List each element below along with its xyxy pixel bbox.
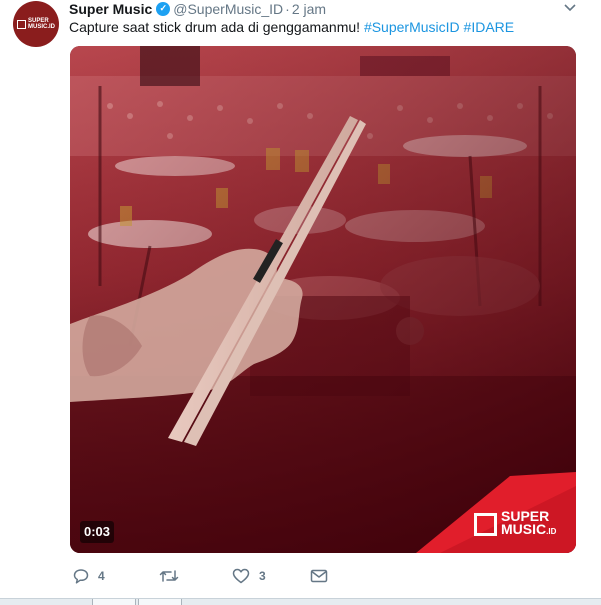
avatar[interactable]: SUPER MUSIC.ID <box>13 1 59 47</box>
tweet-card[interactable]: SUPER MUSIC.ID Super Music ✓ @SuperMusic… <box>0 0 601 605</box>
super-music-watermark-logo: SUPER MUSIC.ID <box>474 509 556 538</box>
timestamp-link[interactable]: 2 jam <box>292 1 326 17</box>
reply-button[interactable]: 4 <box>73 566 159 586</box>
separator: · <box>285 0 290 17</box>
heart-icon <box>232 568 250 584</box>
tweet-header: Super Music ✓ @SuperMusic_ID · 2 jam <box>69 0 326 17</box>
video-frame <box>70 46 576 553</box>
tweet-actions: 4 3 <box>73 566 328 586</box>
direct-message-button[interactable] <box>310 566 328 586</box>
video-player[interactable] <box>70 46 576 553</box>
reply-icon <box>73 568 89 584</box>
user-handle[interactable]: @SuperMusic_ID <box>173 1 283 17</box>
super-music-logo: SUPER MUSIC.ID <box>17 18 55 30</box>
tweet-body: Capture saat stick drum ada di genggaman… <box>69 19 361 35</box>
like-count: 3 <box>259 569 266 583</box>
envelope-icon <box>310 569 328 583</box>
bottom-tab[interactable] <box>138 599 182 605</box>
hashtag-link[interactable]: #IDARE <box>464 19 515 35</box>
bottom-scrollbar[interactable] <box>0 598 601 605</box>
like-button[interactable]: 3 <box>232 566 310 586</box>
verified-badge-icon: ✓ <box>156 1 171 16</box>
reply-count: 4 <box>98 569 105 583</box>
bottom-tab[interactable] <box>92 599 136 605</box>
display-name[interactable]: Super Music <box>69 1 152 17</box>
video-duration: 0:03 <box>80 521 115 543</box>
retweet-button[interactable] <box>159 566 232 586</box>
hashtag-link[interactable]: #SuperMusicID <box>364 19 460 35</box>
retweet-icon <box>159 568 179 584</box>
tweet-text: Capture saat stick drum ada di genggaman… <box>69 19 514 36</box>
chevron-down-icon[interactable] <box>564 3 576 13</box>
